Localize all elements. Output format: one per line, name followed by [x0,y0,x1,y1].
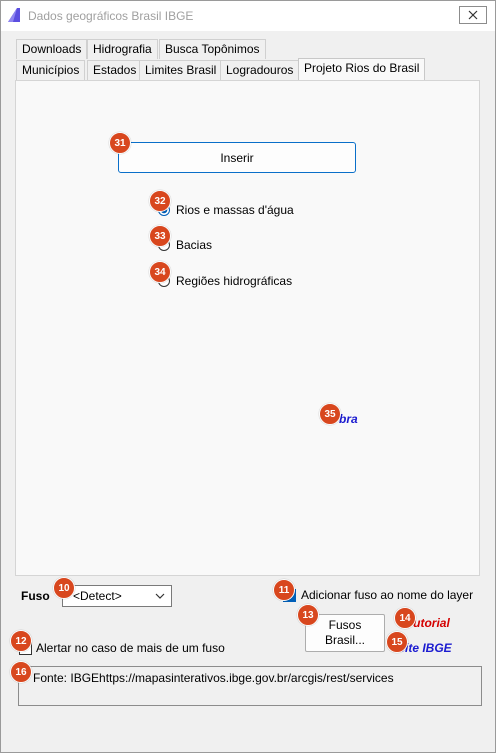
annotation-badge: 14 [394,607,416,629]
annotation-badge: 11 [273,579,295,601]
tab-downloads[interactable]: Downloads [16,39,88,59]
window-title: Dados geográficos Brasil IBGE [28,9,194,23]
alert-checkbox-row[interactable]: Alertar no caso de mais de um fuso [19,641,225,655]
radio-label: Bacias [176,238,213,252]
alert-label: Alertar no caso de mais de um fuso [36,641,225,655]
fonte-text: Fonte: IBGEhttps://mapasinterativos.ibge… [33,671,394,685]
panel-link[interactable]: bra [339,412,358,426]
radio-regioes-hidrograficas[interactable]: Regiões hidrográficas [158,272,292,290]
fuso-label: Fuso [21,589,50,603]
close-button[interactable] [459,6,487,24]
tab-projeto-rios-do-brasil[interactable]: Projeto Rios do Brasil [298,58,426,80]
add-fuso-checkbox-row[interactable]: Adicionar fuso ao nome do layer [283,588,473,602]
tab-limites-brasil[interactable]: Limites Brasil [139,60,223,80]
annotation-badge: 35 [319,403,341,425]
inserir-button[interactable]: Inserir [118,142,356,173]
fonte-textbox[interactable]: Fonte: IBGEhttps://mapasinterativos.ibge… [18,666,482,706]
fuso-select[interactable]: <Detect> [62,585,172,607]
annotation-badge: 32 [149,190,171,212]
add-fuso-label: Adicionar fuso ao nome do layer [301,588,474,602]
tab-logradouros[interactable]: Logradouros [220,60,300,80]
tab-busca-toponimos[interactable]: Busca Topônimos [159,39,266,59]
tab-estados[interactable]: Estados [87,60,143,80]
annotation-badge: 15 [386,631,408,653]
fusos-brasil-label: Fusos Brasil... [324,618,365,647]
title-bar: Dados geográficos Brasil IBGE [1,1,495,31]
fuso-select-value: <Detect> [73,589,122,603]
annotation-badge: 13 [297,604,319,626]
radio-label: Rios e massas d'água [176,203,294,217]
close-icon [468,10,478,20]
annotation-badge: 31 [109,132,131,154]
radio-label: Regiões hidrográficas [176,274,293,288]
annotation-badge: 34 [149,261,171,283]
annotation-badge: 16 [10,661,32,683]
chevron-down-icon [155,593,165,599]
annotation-badge: 10 [53,577,75,599]
annotation-badge: 33 [149,225,171,247]
radio-rios-massas-agua[interactable]: Rios e massas d'água [158,201,294,219]
tab-hidrografia[interactable]: Hidrografia [87,39,158,59]
annotation-badge: 12 [10,630,32,652]
tab-municipios[interactable]: Municípios [16,60,86,80]
app-logo-icon [8,8,20,22]
app-window: Dados geográficos Brasil IBGE Downloads … [0,0,496,753]
